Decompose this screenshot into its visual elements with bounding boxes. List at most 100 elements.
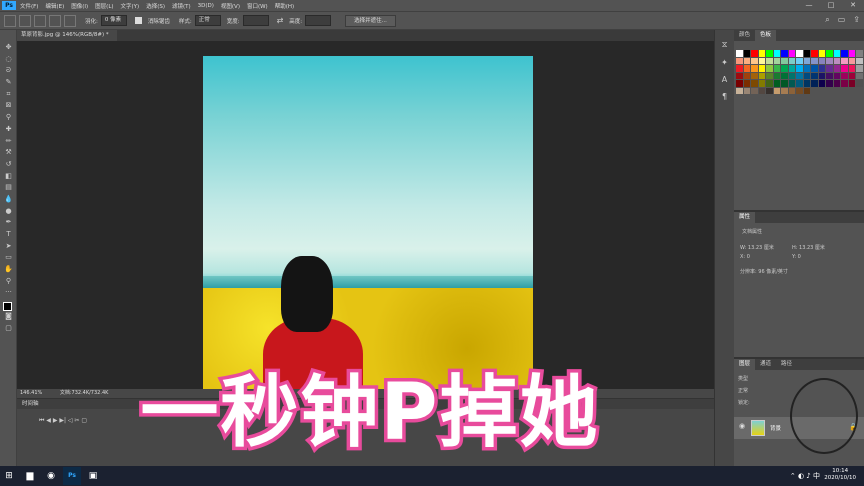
swatch-12[interactable] [826,50,833,57]
recorder-icon[interactable]: ▣ [84,467,102,485]
type-tool-icon[interactable]: T [0,229,17,241]
tab-swatches[interactable]: 色板 [755,30,777,41]
menu-3d[interactable]: 3D(D) [198,3,214,9]
swatch-78[interactable] [811,80,818,87]
swatch-8[interactable] [796,50,803,57]
workspace-icon[interactable]: ▭ [838,15,846,25]
screen-mode-icon[interactable]: ▢ [0,323,17,335]
crop-tool-icon[interactable]: ⌗ [0,89,17,101]
swatch-76[interactable] [796,80,803,87]
close-button[interactable]: ✕ [842,0,864,11]
swatch-71[interactable] [758,80,765,87]
hand-tool-icon[interactable]: ✋ [0,264,17,276]
swatch-87[interactable] [751,87,758,94]
history-panel-icon[interactable]: ⧖ [715,40,734,50]
swatch-52[interactable] [743,72,750,79]
swatch-77[interactable] [803,80,810,87]
swatch-17[interactable] [736,57,743,64]
tab-layers[interactable]: 图层 [734,359,756,370]
swatch-40[interactable] [781,65,788,72]
swatch-68[interactable] [736,80,743,87]
zoom-level[interactable]: 146.41% [20,390,42,396]
swatch-36[interactable] [751,65,758,72]
swatch-94[interactable] [803,87,810,94]
style-select[interactable]: 正常 [194,15,221,26]
swatch-44[interactable] [811,65,818,72]
swatch-49[interactable] [848,65,855,72]
swatch-23[interactable] [781,57,788,64]
swatch-13[interactable] [833,50,840,57]
windows-start-icon[interactable]: ⊞ [0,467,18,485]
swatch-28[interactable] [818,57,825,64]
swatch-48[interactable] [841,65,848,72]
blur-tool-icon[interactable]: 💧 [0,194,17,206]
quick-select-tool-icon[interactable]: ✎ [0,77,17,89]
height-input[interactable] [305,15,332,26]
swatch-72[interactable] [766,80,773,87]
swatch-37[interactable] [758,65,765,72]
swatch-69[interactable] [743,80,750,87]
swatch-22[interactable] [773,57,780,64]
swatch-29[interactable] [826,57,833,64]
swatch-61[interactable] [811,72,818,79]
swatch-65[interactable] [841,72,848,79]
swatch-59[interactable] [796,72,803,79]
shape-tool-icon[interactable]: ▭ [0,252,17,264]
swatch-6[interactable] [781,50,788,57]
swatch-43[interactable] [803,65,810,72]
swatch-91[interactable] [781,87,788,94]
marquee-tool-icon[interactable]: ◌ [0,54,17,66]
select-and-mask-button[interactable]: 选择并遮住... [345,14,396,27]
lasso-tool-icon[interactable]: ᘐ [0,65,17,77]
marquee-preset-icon[interactable] [4,14,16,27]
swatch-82[interactable] [841,80,848,87]
swatch-67[interactable] [856,72,863,79]
menu-type[interactable]: 文字(Y) [121,2,140,10]
menu-edit[interactable]: 编辑(E) [45,2,64,10]
document-tab[interactable]: 草原背影.jpg @ 146%(RGB/8#) * [17,30,117,41]
swatch-39[interactable] [773,65,780,72]
swatch-64[interactable] [833,72,840,79]
frame-tool-icon[interactable]: ⊠ [0,100,17,112]
swatch-51[interactable] [736,72,743,79]
swatch-42[interactable] [796,65,803,72]
swatch-14[interactable] [841,50,848,57]
new-selection-icon[interactable] [19,14,31,27]
share-icon[interactable]: ⇪ [853,15,860,25]
swatch-93[interactable] [796,87,803,94]
swap-icon[interactable]: ⇄ [277,16,284,25]
tab-color[interactable]: 颜色 [734,30,755,41]
swatch-24[interactable] [788,57,795,64]
swatch-63[interactable] [826,72,833,79]
swatch-55[interactable] [766,72,773,79]
swatch-62[interactable] [818,72,825,79]
color-swatch-foreground[interactable] [3,302,12,312]
system-clock[interactable]: 10:14 2020/10/10 [824,468,856,482]
swatch-70[interactable] [751,80,758,87]
menu-help[interactable]: 帮助(H) [275,2,294,10]
swatch-45[interactable] [818,65,825,72]
swatch-47[interactable] [833,65,840,72]
swatch-84[interactable] [856,80,863,87]
maximize-button[interactable]: □ [820,0,842,11]
history-brush-icon[interactable]: ↺ [0,159,17,171]
tab-paths[interactable]: 路径 [776,359,797,370]
menu-view[interactable]: 视图(V) [221,2,240,10]
paragraph-panel-icon[interactable]: ¶ [715,92,734,101]
eraser-tool-icon[interactable]: ◧ [0,171,17,183]
swatch-25[interactable] [796,57,803,64]
eyedropper-tool-icon[interactable]: ⚲ [0,112,17,124]
swatch-60[interactable] [803,72,810,79]
more-tools-icon[interactable]: ··· [0,287,17,299]
healing-tool-icon[interactable]: ✚ [0,124,17,136]
swatch-75[interactable] [788,80,795,87]
swatch-16[interactable] [856,50,863,57]
minimize-button[interactable]: — [798,0,820,11]
menu-file[interactable]: 文件(F) [20,2,38,10]
move-tool-icon[interactable]: ✥ [0,42,17,54]
width-input[interactable] [242,15,269,26]
feather-input[interactable]: 0 像素 [100,15,127,26]
swatch-21[interactable] [766,57,773,64]
swatch-56[interactable] [773,72,780,79]
gradient-tool-icon[interactable]: ▤ [0,182,17,194]
